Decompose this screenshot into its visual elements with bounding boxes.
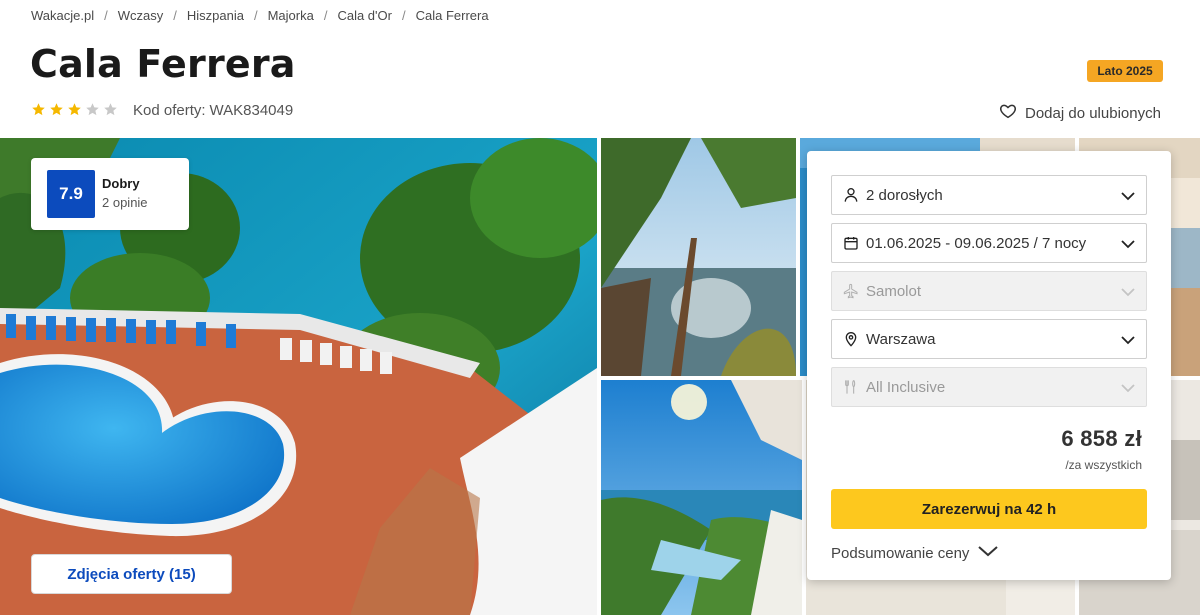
star-icon	[104, 103, 117, 116]
rating-count: 2 opinie	[102, 195, 148, 210]
plane-icon	[842, 282, 860, 300]
breadcrumb-current: Cala Ferrera	[415, 8, 489, 23]
booking-panel: 2 dorosłych 01.06.2025 - 09.06.2025 / 7 …	[807, 151, 1171, 580]
breadcrumb-separator: /	[323, 8, 328, 23]
book-button[interactable]: Zarezerwuj na 42 h	[831, 489, 1147, 529]
departure-value: Warszawa	[866, 330, 936, 348]
transport-value: Samolot	[866, 282, 922, 300]
breadcrumb-item[interactable]: Cala d'Or	[337, 8, 392, 23]
transport-select: Samolot	[831, 271, 1147, 311]
offer-code-label: Kod oferty:	[133, 102, 206, 119]
board-select: All Inclusive	[831, 367, 1147, 407]
departure-select[interactable]: Warszawa	[831, 319, 1147, 359]
star-icon	[50, 103, 63, 116]
breadcrumb-item[interactable]: Hiszpania	[187, 8, 244, 23]
page-title: Cala Ferrera	[30, 42, 296, 86]
price-note: /za wszystkich	[1065, 458, 1142, 472]
breadcrumb-item[interactable]: Majorka	[268, 8, 314, 23]
user-icon	[842, 186, 860, 204]
breadcrumb-separator: /	[401, 8, 406, 23]
breadcrumb-item[interactable]: Wczasy	[118, 8, 164, 23]
board-value: All Inclusive	[866, 378, 946, 396]
total-price: 6 858 zł	[1061, 426, 1142, 451]
breadcrumb-separator: /	[104, 8, 108, 23]
gallery-photos-button[interactable]: Zdjęcia oferty (15)	[31, 554, 232, 594]
heart-icon	[999, 102, 1017, 124]
chevron-down-icon	[1120, 332, 1136, 348]
main-photo[interactable]: 7.9 Dobry 2 opinie Zdjęcia oferty (15)	[0, 138, 597, 615]
travelers-select[interactable]: 2 dorosłych	[831, 175, 1147, 215]
rating-score: 7.9	[47, 170, 95, 218]
chevron-down-icon	[1120, 380, 1136, 396]
offer-code-value: WAK834049	[209, 102, 294, 119]
add-to-favorites-button[interactable]: Dodaj do ulubionych	[999, 102, 1161, 124]
dates-value: 01.06.2025 - 09.06.2025 / 7 nocy	[866, 234, 1087, 252]
price-summary-label: Podsumowanie ceny	[831, 544, 970, 562]
offer-code: Kod oferty: WAK834049	[133, 102, 293, 119]
price-summary-toggle[interactable]: Podsumowanie ceny	[831, 544, 999, 562]
location-pin-icon	[842, 330, 860, 348]
breadcrumb-separator: /	[253, 8, 258, 23]
add-to-favorites-label: Dodaj do ulubionych	[1025, 104, 1161, 122]
hotel-stars	[31, 102, 118, 117]
rating-card[interactable]: 7.9 Dobry 2 opinie	[31, 158, 189, 230]
breadcrumb: Wakacje.pl / Wczasy / Hiszpania / Majork…	[31, 8, 489, 23]
star-icon	[32, 103, 45, 116]
chevron-down-icon	[1120, 284, 1136, 300]
travelers-value: 2 dorosłych	[866, 186, 943, 204]
chevron-down-icon	[977, 544, 999, 562]
cutlery-icon	[842, 378, 860, 396]
chevron-down-icon	[1120, 188, 1136, 204]
gallery-photo[interactable]	[601, 380, 802, 615]
calendar-icon	[842, 234, 860, 252]
breadcrumb-separator: /	[173, 8, 177, 23]
season-badge: Lato 2025	[1087, 60, 1163, 82]
chevron-down-icon	[1120, 236, 1136, 252]
rating-label: Dobry	[102, 176, 140, 191]
gallery-photo[interactable]	[601, 138, 796, 376]
dates-select[interactable]: 01.06.2025 - 09.06.2025 / 7 nocy	[831, 223, 1147, 263]
breadcrumb-item[interactable]: Wakacje.pl	[31, 8, 94, 23]
star-icon	[68, 103, 81, 116]
star-icon	[86, 103, 99, 116]
